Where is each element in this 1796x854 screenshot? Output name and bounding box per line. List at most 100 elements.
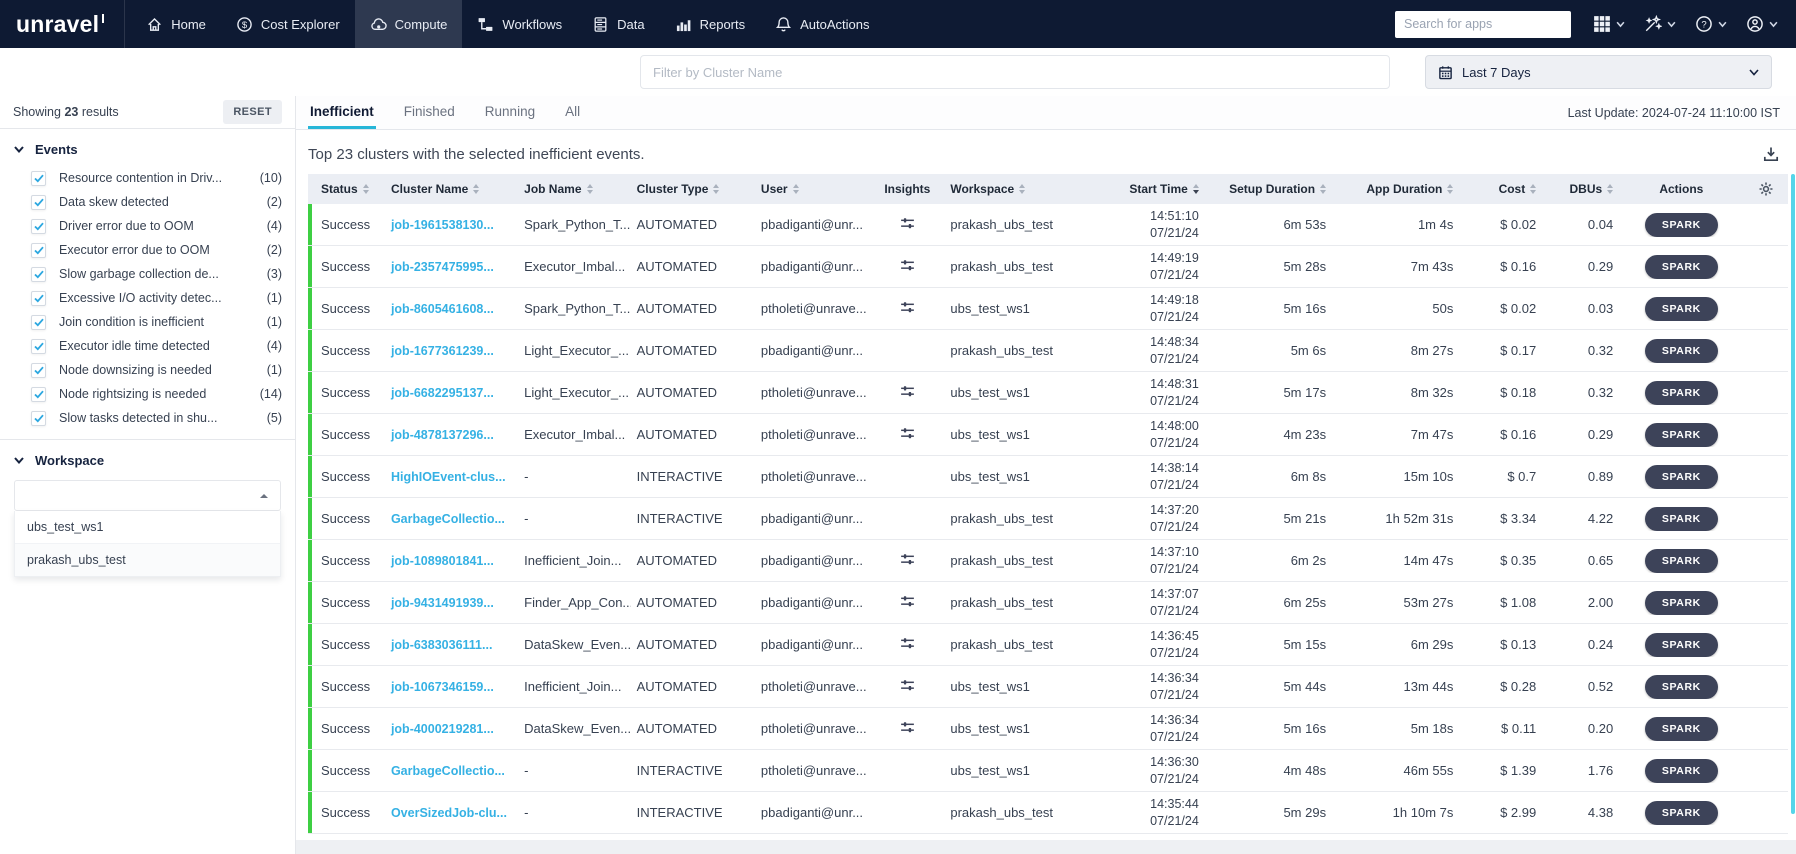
date-range-dropdown[interactable]: Last 7 Days — [1425, 55, 1772, 89]
spark-button[interactable]: SPARK — [1645, 297, 1718, 321]
table-row[interactable]: Success OverSizedJob-clu... - INTERACTIV… — [308, 792, 1788, 834]
cluster-name-link[interactable]: job-6383036111... — [385, 638, 518, 652]
insights-icon[interactable] — [899, 215, 916, 235]
table-row[interactable]: Success job-1089801841... Inefficient_Jo… — [308, 540, 1788, 582]
workspace-option[interactable]: ubs_test_ws1 — [15, 511, 280, 544]
workspace-select[interactable] — [14, 480, 281, 511]
sort-icon[interactable] — [1447, 184, 1453, 194]
checkbox-checked[interactable] — [31, 411, 46, 426]
reset-button[interactable]: RESET — [223, 100, 282, 124]
nav-item-data[interactable]: Data — [577, 0, 659, 48]
table-row[interactable]: Success job-8605461608... Spark_Python_T… — [308, 288, 1788, 330]
checkbox-checked[interactable] — [31, 387, 46, 402]
insights-icon[interactable] — [899, 719, 916, 739]
table-row[interactable]: Success job-2357475995... Executor_Imbal… — [308, 246, 1788, 288]
spark-button[interactable]: SPARK — [1645, 213, 1718, 237]
sort-icon[interactable] — [1530, 184, 1536, 194]
table-row[interactable]: Success job-4878137296... Executor_Imbal… — [308, 414, 1788, 456]
events-section-header[interactable]: Events — [0, 129, 295, 166]
spark-button[interactable]: SPARK — [1645, 633, 1718, 657]
checkbox-checked[interactable] — [31, 171, 46, 186]
help-menu-button[interactable]: ? — [1695, 15, 1727, 33]
checkbox-checked[interactable] — [31, 195, 46, 210]
table-scrollbar[interactable] — [1791, 174, 1795, 814]
spark-button[interactable]: SPARK — [1645, 675, 1718, 699]
tab-all[interactable]: All — [563, 96, 582, 129]
insights-icon[interactable] — [899, 299, 916, 319]
column-header-cluster-type[interactable]: Cluster Type — [631, 182, 755, 196]
spark-button[interactable]: SPARK — [1645, 549, 1718, 573]
download-icon[interactable] — [1760, 143, 1782, 165]
cluster-name-link[interactable]: job-1961538130... — [385, 218, 518, 232]
cluster-name-link[interactable]: job-4878137296... — [385, 428, 518, 442]
checkbox-checked[interactable] — [31, 363, 46, 378]
table-row[interactable]: Success job-1067346159... Inefficient_Jo… — [308, 666, 1788, 708]
cluster-name-link[interactable]: job-8605461608... — [385, 302, 518, 316]
table-row[interactable]: Success job-6682295137... Light_Executor… — [308, 372, 1788, 414]
cluster-name-link[interactable]: job-1067346159... — [385, 680, 518, 694]
insights-icon[interactable] — [899, 635, 916, 655]
workspace-option[interactable]: prakash_ubs_test — [15, 544, 280, 576]
sort-icon[interactable] — [1320, 184, 1326, 194]
search-input[interactable] — [1395, 11, 1571, 38]
column-header-cost[interactable]: Cost — [1459, 182, 1542, 196]
spark-button[interactable]: SPARK — [1645, 801, 1718, 825]
tab-finished[interactable]: Finished — [402, 96, 457, 129]
nav-item-reports[interactable]: Reports — [660, 0, 761, 48]
nav-item-cost-explorer[interactable]: $ Cost Explorer — [221, 0, 355, 48]
sort-icon[interactable] — [1607, 184, 1613, 194]
cluster-name-link[interactable]: job-2357475995... — [385, 260, 518, 274]
nav-item-home[interactable]: Home — [131, 0, 221, 48]
spark-button[interactable]: SPARK — [1645, 465, 1718, 489]
cluster-name-link[interactable]: job-6682295137... — [385, 386, 518, 400]
cluster-name-link[interactable]: GarbageCollectio... — [385, 512, 518, 526]
table-row[interactable]: Success GarbageCollectio... - INTERACTIV… — [308, 750, 1788, 792]
insights-icon[interactable] — [899, 425, 916, 445]
cluster-filter-input[interactable] — [640, 55, 1390, 89]
workspace-section-header[interactable]: Workspace — [0, 440, 295, 477]
table-row[interactable]: Success HighIOEvent-clus... - INTERACTIV… — [308, 456, 1788, 498]
cluster-name-link[interactable]: job-4000219281... — [385, 722, 518, 736]
sort-icon[interactable] — [587, 184, 593, 194]
sort-icon[interactable] — [713, 184, 719, 194]
spark-button[interactable]: SPARK — [1645, 759, 1718, 783]
checkbox-checked[interactable] — [31, 243, 46, 258]
column-header-setup-duration[interactable]: Setup Duration — [1205, 182, 1332, 196]
spark-button[interactable]: SPARK — [1645, 423, 1718, 447]
column-header-user[interactable]: User — [755, 182, 870, 196]
checkbox-checked[interactable] — [31, 291, 46, 306]
spark-button[interactable]: SPARK — [1645, 381, 1718, 405]
checkbox-checked[interactable] — [31, 315, 46, 330]
cluster-name-link[interactable]: job-9431491939... — [385, 596, 518, 610]
table-row[interactable]: Success job-6383036111... DataSkew_Even.… — [308, 624, 1788, 666]
cluster-name-link[interactable]: job-1677361239... — [385, 344, 518, 358]
spark-button[interactable]: SPARK — [1645, 717, 1718, 741]
spark-button[interactable]: SPARK — [1645, 591, 1718, 615]
nav-item-compute[interactable]: Compute — [355, 0, 463, 48]
sort-icon[interactable] — [793, 184, 799, 194]
insights-icon[interactable] — [899, 257, 916, 277]
column-header-job-name[interactable]: Job Name — [518, 182, 630, 196]
insights-icon[interactable] — [899, 383, 916, 403]
tab-inefficient[interactable]: Inefficient — [308, 96, 376, 129]
checkbox-checked[interactable] — [31, 339, 46, 354]
spark-button[interactable]: SPARK — [1645, 507, 1718, 531]
user-menu-button[interactable] — [1746, 15, 1778, 33]
table-row[interactable]: Success job-4000219281... DataSkew_Even.… — [308, 708, 1788, 750]
cluster-name-link[interactable]: GarbageCollectio... — [385, 764, 518, 778]
table-row[interactable]: Success job-1961538130... Spark_Python_T… — [308, 204, 1788, 246]
apps-grid-menu-button[interactable] — [1593, 15, 1625, 33]
unravel-logo[interactable]: unravel — [0, 0, 125, 48]
nav-item-autoactions[interactable]: AutoActions — [760, 0, 884, 48]
sort-icon[interactable] — [1193, 184, 1199, 194]
checkbox-checked[interactable] — [31, 267, 46, 282]
table-row[interactable]: Success job-9431491939... Finder_App_Con… — [308, 582, 1788, 624]
table-row[interactable]: Success GarbageCollectio... - INTERACTIV… — [308, 498, 1788, 540]
tab-running[interactable]: Running — [483, 96, 537, 129]
cluster-name-link[interactable]: HighIOEvent-clus... — [385, 470, 518, 484]
magic-wand-menu-button[interactable] — [1644, 15, 1676, 33]
cluster-name-link[interactable]: job-1089801841... — [385, 554, 518, 568]
column-header-status[interactable]: Status — [308, 182, 385, 196]
table-row[interactable]: Success job-1677361239... Light_Executor… — [308, 330, 1788, 372]
column-header-actions[interactable]: Actions — [1619, 182, 1743, 196]
